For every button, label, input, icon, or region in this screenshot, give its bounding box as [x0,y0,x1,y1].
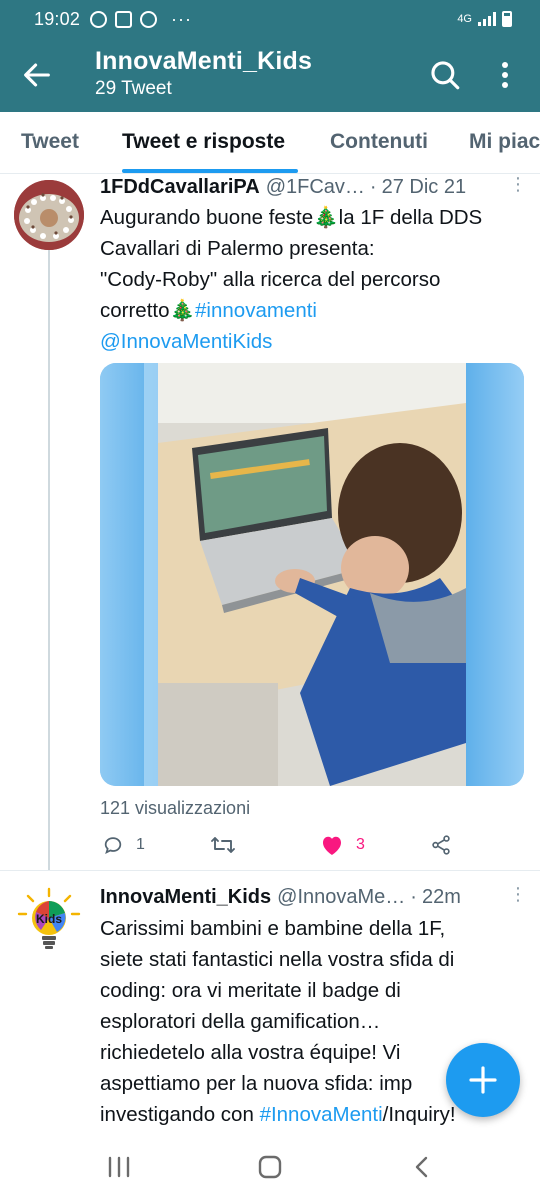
tweet-2-text-span: investigando con [100,1103,260,1126]
author-name[interactable]: InnovaMenti_Kids [100,886,271,909]
lightbulb-logo: Kids [17,887,81,949]
reply-count: 1 [136,836,145,853]
reply-icon [104,837,122,854]
signal-icon [478,12,496,26]
tweet-1-line: Augurando buone feste🎄la 1F della DDS [100,206,483,229]
notification-icons: ··· [90,9,192,30]
profile-title: InnovaMenti_Kids [95,47,313,75]
tweet-divider [0,870,540,871]
hashtag-link[interactable]: #InnovaMenti [260,1103,383,1126]
view-count: 121 visualizzazioni [100,798,251,818]
video-thumbnail [100,363,524,786]
back-arrow-icon[interactable] [20,58,54,92]
share-icon [432,835,450,855]
tweet-2-menu-icon[interactable]: ⋮ [509,885,527,903]
like-count: 3 [356,836,365,853]
tab-tweet[interactable]: Tweet [21,130,79,154]
tweet-1-menu-icon[interactable]: ⋮ [509,175,527,193]
nav-back-icon[interactable] [410,1155,434,1179]
heart-filled-icon [323,836,341,855]
tab-contenuti[interactable]: Contenuti [330,130,428,154]
app-bar: InnovaMenti_Kids 29 Tweet [0,38,540,112]
share-button[interactable] [430,834,452,856]
reply-button[interactable]: 1 [102,834,145,856]
tweet-2-text-tail: /Inquiry! [382,1103,456,1126]
tweet-1-actions: 1 3 [100,834,480,864]
tweet-1-line: @InnovaMentiKids [100,326,540,357]
battery-icon [502,11,512,27]
plus-icon [469,1066,497,1094]
header-separator: · [410,886,417,908]
whatsapp-icon [90,10,108,28]
avatar-1fddcavallaripa[interactable] [14,180,84,250]
header-separator: · [369,176,377,198]
pinterest-icon [140,10,158,28]
tweet-1-text-span: corretto🎄 [100,299,196,322]
search-icon[interactable] [428,58,462,92]
tweet-time: 27 Dic 21 [381,176,467,198]
tweet-1-video[interactable] [100,363,524,786]
author-handle: @1FCav… [265,176,365,198]
recent-apps-icon[interactable] [106,1155,132,1179]
thread-line [48,250,50,870]
hashtag-link[interactable]: #innovamenti [195,299,317,322]
tweet-1-line: "Cody-Roby" alla ricerca del percorso [100,268,441,291]
class-photo-avatar [14,180,84,250]
tweet-1-text: Augurando buone feste🎄la 1F della DDS Ca… [100,202,540,357]
tweet-1-line: Cavallari di Palermo presenta: [100,237,375,260]
tweet-2-line: coding: ora vi meritate il badge di [100,979,401,1002]
retweet-icon [211,837,235,853]
compose-tweet-button[interactable] [446,1043,520,1117]
tab-tweet-e-risposte[interactable]: Tweet e risposte [122,130,285,154]
avatar-innovamenti-kids[interactable]: Kids [14,886,84,956]
author-name[interactable]: 1FDdCavallariPA [100,176,260,199]
more-options-icon[interactable] [490,60,520,90]
gallery-icon [115,10,133,28]
more-notifications-icon: ··· [171,8,193,29]
tweet-2-line: siete stati fantastici nella vostra sfid… [100,948,455,971]
home-icon[interactable] [256,1155,284,1179]
tweet-2-header: InnovaMenti_Kids @InnovaMe… · 22m [100,886,461,909]
mention-link[interactable]: @InnovaMentiKids [100,330,272,353]
active-tab-indicator [122,169,298,173]
status-time: 19:02 [34,8,81,29]
author-handle: @InnovaMe… [277,886,406,908]
tweet-time: 22m [421,886,461,908]
tweet-1-line: corretto🎄#innovamenti [100,295,540,326]
retweet-button[interactable] [210,834,248,856]
tab-mi-piace[interactable]: Mi piace [469,130,540,154]
tweet-2-line: Carissimi bambini e bambine della 1F, [100,917,446,940]
tweet-1-header: 1FDdCavallariPA @1FCav… · 27 Dic 21 [100,176,466,199]
profile-header: InnovaMenti_Kids 29 Tweet [95,47,312,100]
tweet-count: 29 Tweet [95,78,172,99]
network-type: 4G [457,13,472,25]
system-nav-bar [0,1135,540,1200]
tweet-2-line: esploratori della gamification… [100,1010,381,1033]
like-button[interactable]: 3 [320,834,365,856]
avatar-text: Kids [36,912,62,926]
status-bar: 19:02 ··· 4G [0,0,540,38]
profile-tabs: Tweet Tweet e risposte Contenuti Mi piac… [0,112,540,174]
